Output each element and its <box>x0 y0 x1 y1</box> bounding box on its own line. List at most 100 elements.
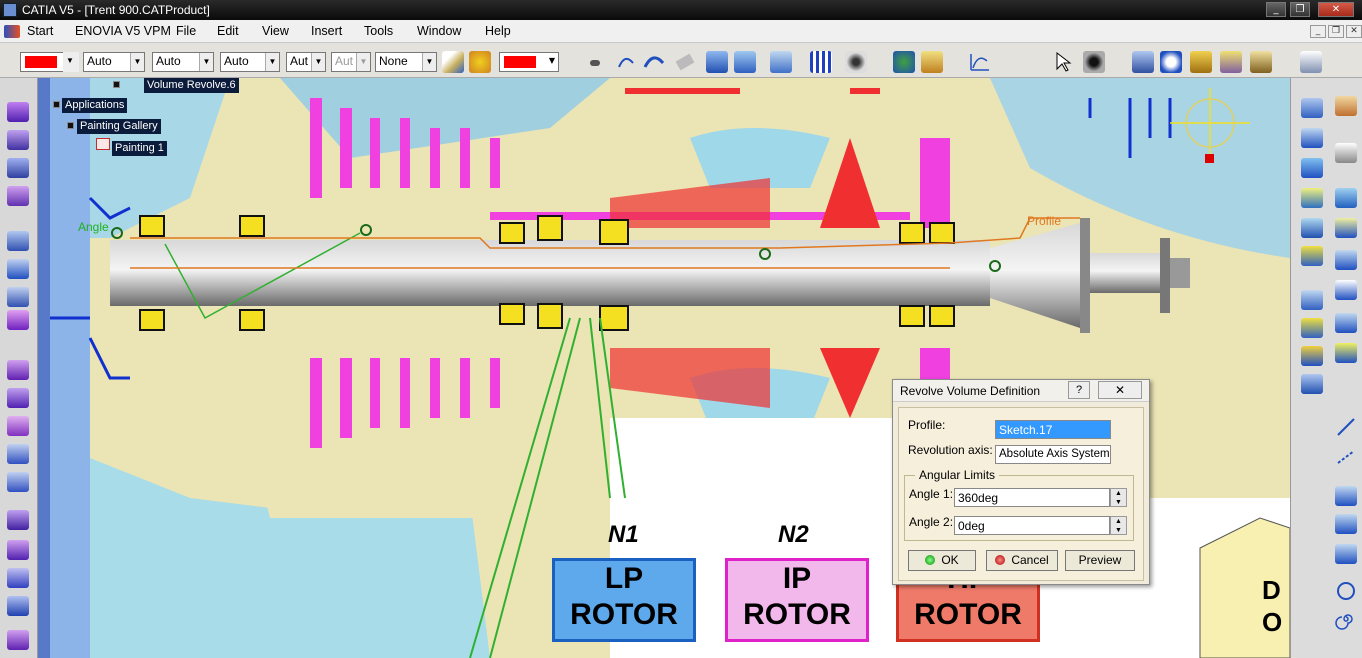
minimize-button[interactable]: _ <box>1266 2 1286 17</box>
multi-select-icon[interactable] <box>1083 51 1105 73</box>
volume-icon[interactable] <box>7 102 29 122</box>
painter-icon[interactable] <box>442 51 464 73</box>
select-arrow-icon[interactable] <box>1053 51 1075 73</box>
menu-insert[interactable]: Insert <box>311 24 342 38</box>
offset-icon[interactable] <box>1335 188 1357 208</box>
fillet-icon[interactable] <box>7 287 29 307</box>
circle-icon[interactable] <box>1335 580 1357 602</box>
fill-color-selector[interactable]: ▼ <box>20 52 79 72</box>
part-design-icon[interactable] <box>706 51 728 73</box>
angle2-spinner[interactable]: ▲ ▼ <box>1110 516 1127 535</box>
spin-up-icon[interactable]: ▲ <box>1111 517 1126 526</box>
chamfer-icon[interactable] <box>7 416 29 436</box>
revolve-surface-icon[interactable] <box>1301 128 1323 148</box>
shell-icon[interactable] <box>7 360 29 380</box>
intersect-volume-icon[interactable] <box>7 568 29 588</box>
mdi-restore-button[interactable]: ❐ <box>1328 25 1344 38</box>
axis-icon[interactable] <box>1335 446 1357 468</box>
tree-item-applications[interactable]: Applications <box>62 98 128 113</box>
boundary-icon[interactable] <box>1301 346 1323 366</box>
fillet-surface-icon[interactable] <box>1301 374 1323 394</box>
extract-icon[interactable] <box>1335 343 1357 363</box>
remove-volume-icon[interactable] <box>7 540 29 560</box>
thickness-icon[interactable] <box>7 310 29 330</box>
catalog-icon[interactable] <box>921 51 943 73</box>
trim-surface-icon[interactable] <box>1335 313 1357 333</box>
preview-button[interactable]: Preview <box>1065 550 1135 571</box>
add-volume-icon[interactable] <box>7 510 29 530</box>
material-icon[interactable] <box>1220 51 1242 73</box>
trim-icon[interactable] <box>7 259 29 279</box>
point-symbol-combo[interactable]: Aut ▼ <box>286 52 326 72</box>
cancel-button[interactable]: Cancel <box>986 550 1058 571</box>
mdi-minimize-button[interactable]: _ <box>1310 25 1326 38</box>
snap-icon[interactable] <box>845 51 867 73</box>
menu-start[interactable]: Start <box>27 24 53 38</box>
help-button[interactable]: ? <box>1068 381 1090 399</box>
multisection-icon[interactable] <box>1301 246 1323 266</box>
healing-icon[interactable] <box>1301 290 1323 310</box>
layer-combo[interactable]: None ▼ <box>375 52 437 72</box>
line-icon[interactable] <box>1335 416 1357 438</box>
menu-help[interactable]: Help <box>485 24 511 38</box>
transform-volume-icon[interactable] <box>7 472 29 492</box>
spin-up-icon[interactable]: ▲ <box>1111 489 1126 498</box>
curve-icon[interactable] <box>968 51 992 73</box>
texture-icon[interactable] <box>1190 51 1212 73</box>
shaders-icon[interactable] <box>1250 51 1272 73</box>
polyline-icon[interactable] <box>1335 486 1357 506</box>
ok-button[interactable]: OK <box>908 550 976 571</box>
tree-expander-icon[interactable] <box>67 122 74 129</box>
menu-view[interactable]: View <box>262 24 289 38</box>
transform-icon[interactable] <box>1132 51 1154 73</box>
globe-icon[interactable] <box>893 51 915 73</box>
close-button[interactable]: ✕ <box>1318 2 1354 17</box>
menu-file[interactable]: File <box>176 24 196 38</box>
sweep-icon[interactable] <box>7 158 29 178</box>
dialog-close-button[interactable]: ✕ <box>1098 381 1142 399</box>
workbench-icon[interactable] <box>1300 51 1322 73</box>
thickness-combo[interactable]: Auto ▼ <box>220 52 280 72</box>
tree-item-painting[interactable]: Painting 1 <box>112 141 167 156</box>
line-color-selector[interactable]: ▼ <box>499 52 559 72</box>
measure-icon[interactable] <box>7 630 29 650</box>
restore-button[interactable]: ❐ <box>1290 2 1310 17</box>
fill-icon[interactable] <box>1335 218 1357 238</box>
sweep-surface-icon[interactable] <box>1301 218 1323 238</box>
spiral-icon[interactable] <box>1335 608 1357 630</box>
profile-field[interactable]: Sketch.17 <box>995 420 1111 439</box>
cylinder-icon[interactable] <box>1301 188 1323 208</box>
menu-edit[interactable]: Edit <box>217 24 239 38</box>
split-surface-icon[interactable] <box>1301 318 1323 338</box>
boolean-icon[interactable] <box>7 444 29 464</box>
linetype-combo[interactable]: Auto ▼ <box>152 52 214 72</box>
plane-icon[interactable] <box>1335 514 1357 534</box>
rotate-icon[interactable] <box>1160 51 1182 73</box>
tree-expander-icon[interactable] <box>53 101 60 108</box>
join-icon[interactable] <box>1335 280 1357 300</box>
blend-surface-icon[interactable] <box>1335 250 1357 270</box>
grid-icon[interactable] <box>810 51 832 73</box>
transparency-combo[interactable]: Auto ▼ <box>83 52 145 72</box>
sphere-icon[interactable] <box>1301 158 1323 178</box>
mdi-close-button[interactable]: ✕ <box>1346 25 1362 38</box>
spin-down-icon[interactable]: ▼ <box>1111 526 1126 535</box>
tree-item-volume-revolve[interactable]: Volume Revolve.6 <box>144 78 239 93</box>
union-trim-icon[interactable] <box>7 596 29 616</box>
spin-down-icon[interactable]: ▼ <box>1111 498 1126 507</box>
revolve-icon[interactable] <box>7 130 29 150</box>
angle1-spinner[interactable]: ▲ ▼ <box>1110 488 1127 507</box>
angle2-field[interactable]: 0deg <box>954 516 1110 535</box>
menu-window[interactable]: Window <box>417 24 461 38</box>
extrude-icon[interactable] <box>1301 98 1323 118</box>
menu-enovia[interactable]: ENOVIA V5 VPM <box>75 24 171 38</box>
constraint-icon[interactable] <box>770 51 792 73</box>
point-icon[interactable] <box>590 60 600 66</box>
revolution-axis-field[interactable]: Absolute Axis System <box>995 445 1111 464</box>
split-icon[interactable] <box>7 231 29 251</box>
sketch-icon[interactable] <box>1335 96 1357 116</box>
draft-icon[interactable] <box>7 388 29 408</box>
measure-tool-icon[interactable] <box>1335 143 1357 163</box>
angle1-field[interactable]: 360deg <box>954 488 1110 507</box>
format-painter-icon[interactable] <box>469 51 491 73</box>
